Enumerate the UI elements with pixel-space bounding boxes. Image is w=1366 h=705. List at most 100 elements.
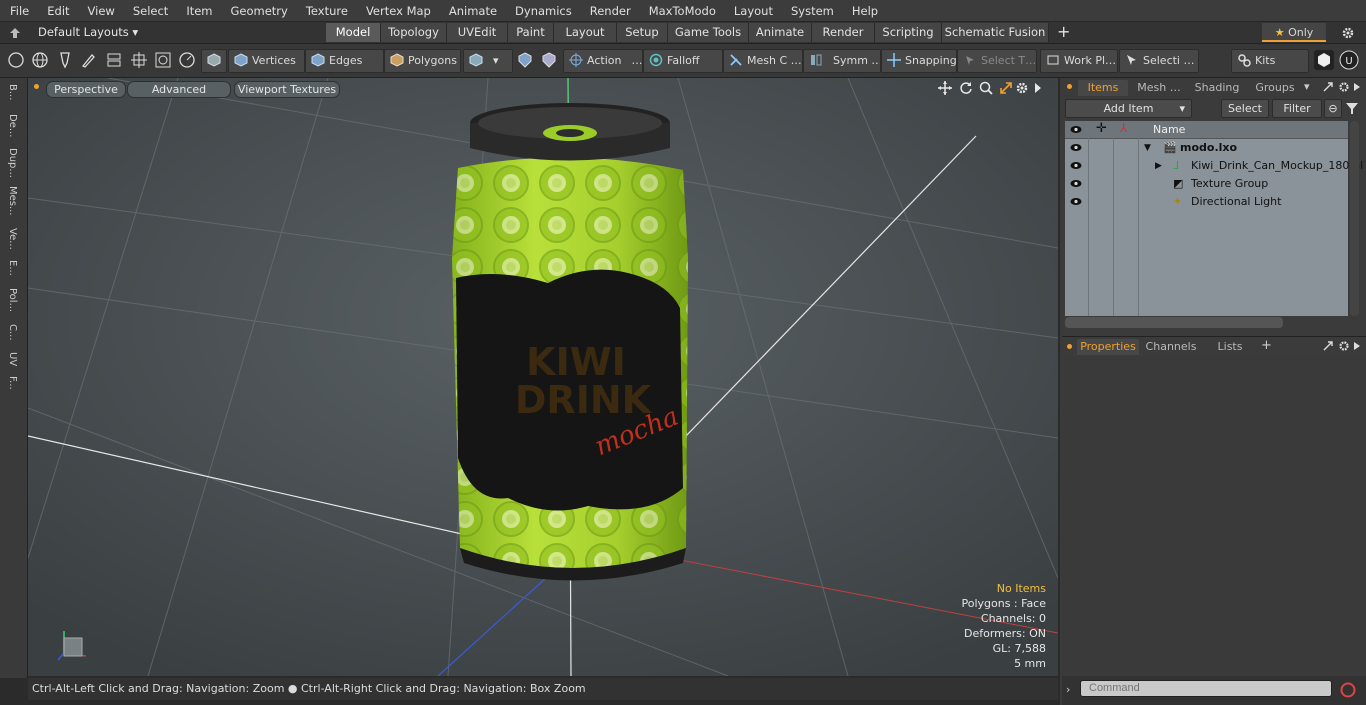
shield-icon[interactable] [540, 51, 558, 69]
edges-mode-button[interactable]: Edges [305, 49, 384, 73]
expand-right-icon[interactable]: ▶ [1155, 157, 1162, 175]
item-list[interactable]: ✛ ⅄ Name ▼ 🎬 modo.lxo ▶ ⅃ Kiwi_Drink_Can… [1065, 121, 1363, 316]
mesh-ops-tab[interactable]: Mesh … [1132, 80, 1186, 96]
select-through-button[interactable]: Select T… [957, 49, 1037, 73]
tab-uvedit[interactable]: UVEdit [447, 23, 508, 42]
tab-topology[interactable]: Topology [381, 23, 447, 42]
tab-render[interactable]: Render [812, 23, 875, 42]
align-icon[interactable] [105, 51, 123, 69]
add-tab-icon[interactable]: + [1261, 338, 1272, 353]
symmetry-shield-icon[interactable] [516, 51, 534, 69]
pan-icon[interactable] [938, 81, 952, 95]
transform-icon[interactable] [130, 51, 148, 69]
items-panel-menu-dot-icon[interactable] [1067, 84, 1072, 89]
left-tab-mesh-edit[interactable]: Mes... [3, 186, 22, 216]
list-item-mesh[interactable]: ▶ ⅃ Kiwi_Drink_Can_Mockup_180ml [1065, 157, 1363, 175]
left-tab-curve[interactable]: C... [3, 324, 22, 341]
left-tab-vertex[interactable]: Ve... [3, 228, 22, 250]
snapping-button[interactable]: Snapping [881, 49, 957, 73]
pen-icon[interactable] [56, 51, 74, 69]
maximize-icon[interactable] [999, 81, 1013, 95]
menu-select[interactable]: Select [123, 4, 176, 18]
eye-icon[interactable] [1070, 143, 1082, 152]
item-list-horizontal-scrollbar[interactable] [1065, 317, 1283, 328]
tab-model[interactable]: Model [326, 23, 381, 42]
list-item-light[interactable]: ✦ Directional Light [1065, 193, 1348, 211]
kits-button[interactable]: Kits [1231, 49, 1309, 73]
falloff-button[interactable]: Falloff [643, 49, 723, 73]
symmetry-button[interactable]: Symm … [803, 49, 881, 73]
tab-layout[interactable]: Layout [554, 23, 617, 42]
zoom-icon[interactable] [979, 81, 993, 95]
left-tab-basic[interactable]: B... [3, 84, 22, 100]
list-item-texture-group[interactable]: ◩ Texture Group [1065, 175, 1348, 193]
kiwi-can-model[interactable]: KIWI DRINK mocha [452, 103, 688, 581]
menu-edit[interactable]: Edit [37, 4, 77, 18]
item-mode-button[interactable] [201, 49, 227, 73]
frame-icon[interactable] [154, 51, 172, 69]
material-mode-button[interactable]: ▾ [463, 49, 513, 73]
layout-arrow-icon[interactable] [9, 27, 21, 39]
tab-paint[interactable]: Paint [508, 23, 554, 42]
list-item-scene[interactable]: ▼ 🎬 modo.lxo [1065, 139, 1348, 157]
work-plane-button[interactable]: Work Pl… [1040, 49, 1118, 73]
tab-setup[interactable]: Setup [617, 23, 668, 42]
filter-button[interactable]: Filter [1272, 99, 1322, 118]
viewport-expand-arrow-icon[interactable] [1033, 82, 1043, 94]
items-panel-gear-icon[interactable] [1338, 81, 1350, 93]
items-panel-maximize-icon[interactable] [1322, 81, 1334, 93]
props-panel-menu-dot-icon[interactable] [1067, 344, 1072, 349]
left-tab-fusion[interactable]: F... [3, 376, 22, 390]
selection-sets-button[interactable]: Selecti … [1119, 49, 1199, 73]
rotate-icon[interactable] [959, 81, 973, 95]
items-tab[interactable]: Items [1078, 80, 1128, 96]
circle-select-icon[interactable] [7, 51, 25, 69]
eye-icon[interactable] [1070, 197, 1082, 206]
menu-layout[interactable]: Layout [724, 4, 781, 18]
left-tab-edge[interactable]: E... [3, 260, 22, 276]
collapse-button[interactable]: ⊖ [1324, 99, 1342, 118]
left-tab-deform[interactable]: De... [3, 114, 22, 137]
shading-tab[interactable]: Shading [1190, 80, 1244, 96]
mesh-constraint-button[interactable]: Mesh C … [723, 49, 803, 73]
properties-tab[interactable]: Properties [1077, 339, 1139, 355]
left-tab-uv[interactable]: UV [3, 352, 22, 366]
props-panel-arrow-icon[interactable] [1353, 341, 1361, 351]
name-column-header[interactable]: Name [1153, 123, 1185, 136]
viewport-gear-icon[interactable] [1015, 81, 1029, 95]
tab-schematic-fusion[interactable]: Schematic Fusion [942, 23, 1049, 42]
unity-icon[interactable] [1314, 50, 1334, 70]
props-panel-gear-icon[interactable] [1338, 340, 1350, 352]
brush-icon[interactable] [80, 51, 98, 69]
menu-help[interactable]: Help [842, 4, 886, 18]
record-icon[interactable] [1340, 682, 1356, 698]
funnel-icon[interactable] [1345, 101, 1359, 115]
item-list-vertical-scrollbar[interactable] [1350, 121, 1359, 316]
menu-file[interactable]: File [0, 4, 37, 18]
layout-selector[interactable]: Default Layouts ▾ [38, 25, 138, 39]
action-center-button[interactable]: Action… [563, 49, 643, 73]
menu-view[interactable]: View [78, 4, 123, 18]
menu-render[interactable]: Render [580, 4, 639, 18]
3d-viewport[interactable]: KIWI DRINK mocha Perspective Advanced Vi… [28, 78, 1058, 676]
tab-animate[interactable]: Animate [749, 23, 812, 42]
gear-icon[interactable] [1341, 26, 1355, 40]
eye-icon[interactable] [1070, 179, 1082, 188]
menu-geometry[interactable]: Geometry [221, 4, 296, 18]
polygons-mode-button[interactable]: Polygons [384, 49, 461, 73]
items-panel-arrow-icon[interactable] [1353, 82, 1361, 92]
tab-game-tools[interactable]: Game Tools [668, 23, 749, 42]
tab-scripting[interactable]: Scripting [875, 23, 942, 42]
props-panel-maximize-icon[interactable] [1322, 340, 1334, 352]
menu-animate[interactable]: Animate [439, 4, 505, 18]
add-tab-icon[interactable]: + [1057, 22, 1070, 41]
eye-icon[interactable] [1070, 161, 1082, 170]
timer-icon[interactable] [178, 51, 196, 69]
command-input[interactable] [1080, 680, 1332, 697]
menu-dynamics[interactable]: Dynamics [505, 4, 580, 18]
menu-vertex-map[interactable]: Vertex Map [356, 4, 439, 18]
left-tab-polygon[interactable]: Pol... [3, 288, 22, 312]
menu-item[interactable]: Item [176, 4, 220, 18]
lists-tab[interactable]: Lists [1205, 339, 1255, 355]
add-item-button[interactable]: Add Item ▾ [1065, 99, 1192, 118]
